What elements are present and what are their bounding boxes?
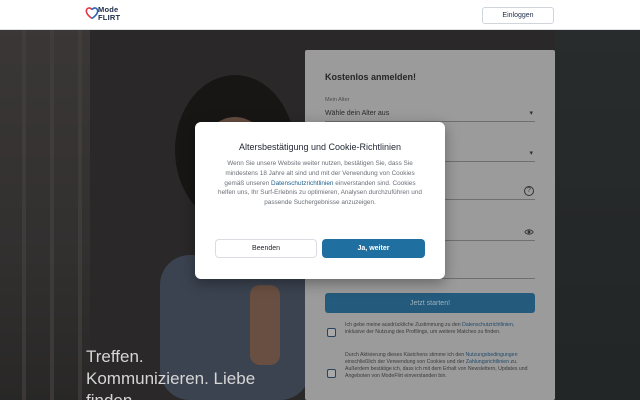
- cookie-age-modal: Altersbestätigung und Cookie-Richtlinien…: [195, 122, 445, 279]
- accept-button[interactable]: Ja, weiter: [322, 239, 425, 258]
- modal-body: Wenn Sie unsere Website weiter nutzen, b…: [218, 160, 422, 207]
- decline-button[interactable]: Beenden: [215, 239, 317, 258]
- modal-title: Altersbestätigung und Cookie-Richtlinien: [238, 142, 402, 152]
- modal-privacy-link[interactable]: Datenschutzrichtlinien: [271, 180, 334, 187]
